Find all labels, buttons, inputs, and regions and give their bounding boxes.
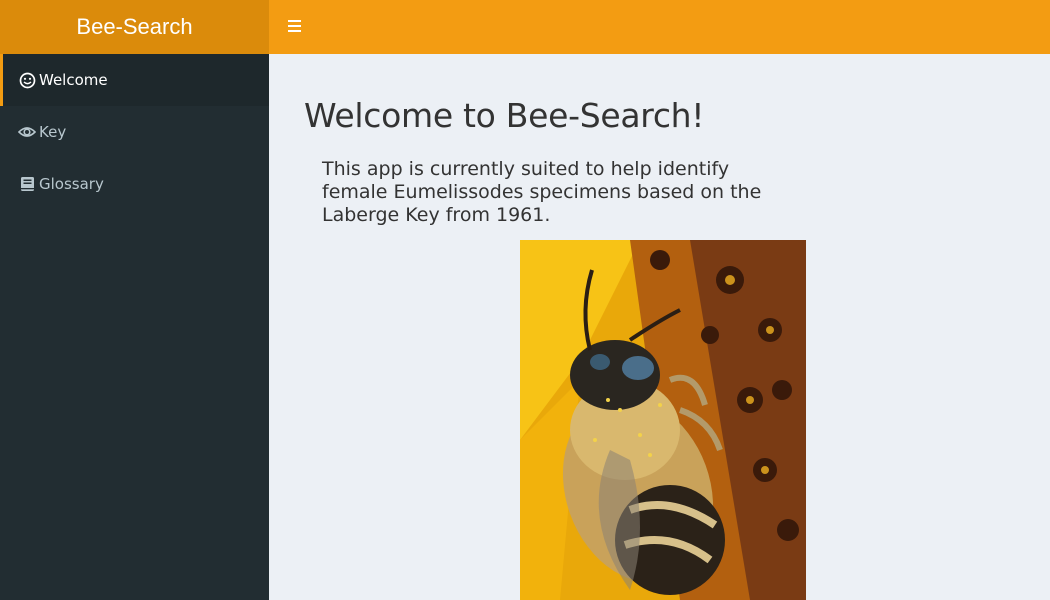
sidebar-item-key[interactable]: Key bbox=[0, 106, 269, 158]
book-icon bbox=[18, 175, 36, 193]
sidebar-item-label: Welcome bbox=[39, 71, 108, 89]
sidebar: Welcome Key Glossary bbox=[0, 54, 269, 600]
top-header: Bee-Search bbox=[0, 0, 1050, 54]
app-logo-title[interactable]: Bee-Search bbox=[0, 0, 269, 54]
bee-photo bbox=[520, 240, 806, 600]
smile-icon bbox=[18, 71, 36, 89]
sidebar-toggle-menu-icon[interactable] bbox=[280, 12, 308, 40]
sidebar-item-glossary[interactable]: Glossary bbox=[0, 158, 269, 210]
intro-text: This app is currently suited to help ide… bbox=[322, 158, 762, 226]
eye-icon bbox=[18, 123, 36, 141]
main-content: Welcome to Bee-Search! This app is curre… bbox=[269, 54, 1050, 600]
sidebar-item-label: Key bbox=[39, 123, 67, 141]
sidebar-item-welcome[interactable]: Welcome bbox=[0, 54, 269, 106]
sidebar-item-label: Glossary bbox=[39, 175, 104, 193]
page-title: Welcome to Bee-Search! bbox=[304, 96, 705, 135]
